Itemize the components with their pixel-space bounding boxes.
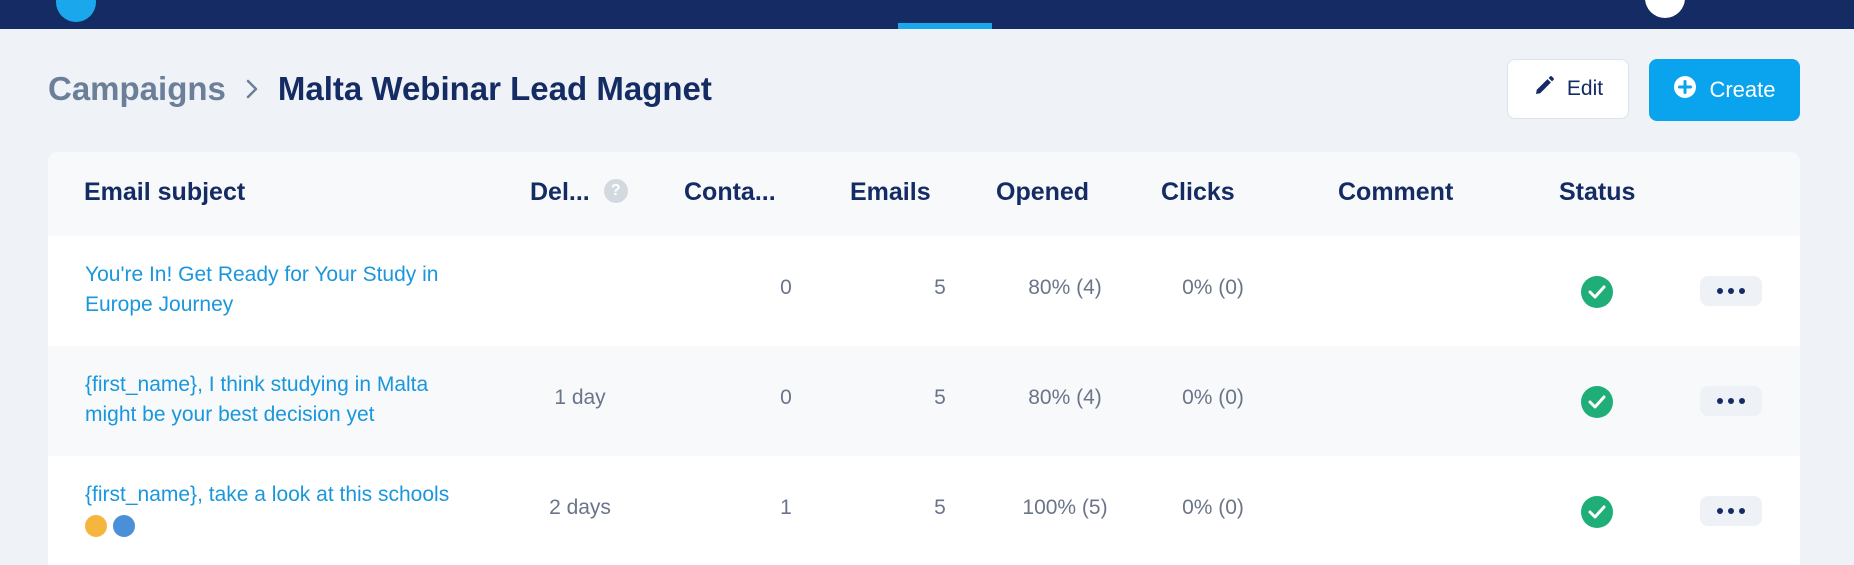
email-subject-line: {first_name}, take a look at this school…: [85, 483, 450, 506]
page-header: Campaigns Malta Webinar Lead Magnet Edit…: [48, 58, 1800, 122]
email-sequence-table: Email subject Del...? Conta... Emails Op…: [48, 152, 1800, 565]
delay-cell: 1 day: [554, 386, 606, 409]
email-subject-line: You're In! Get Ready for Your Study in: [85, 263, 439, 286]
opened-cell: 80% (4): [1028, 386, 1102, 409]
avatar[interactable]: [1645, 0, 1685, 18]
table-row[interactable]: {first_name}, I think studying in Malta …: [48, 346, 1800, 456]
email-subject-line: Europe Journey: [85, 293, 234, 316]
contacts-cell: 0: [780, 386, 792, 409]
contacts-cell: 1: [780, 496, 792, 519]
emails-cell: 5: [934, 496, 946, 519]
emails-cell: 5: [934, 386, 946, 409]
email-subject-line: {first_name}, I think studying in Malta: [85, 373, 429, 396]
more-options-button[interactable]: [1700, 496, 1762, 526]
email-subject-link[interactable]: {first_name}, take a look at this school…: [85, 480, 485, 540]
opened-cell: 80% (4): [1028, 276, 1102, 299]
clicks-cell: 0% (0): [1182, 386, 1244, 409]
page-title: Malta Webinar Lead Magnet: [277, 70, 712, 107]
check-circle-icon: [1581, 496, 1613, 528]
check-circle-icon: [1581, 386, 1613, 418]
more-options-icon: [1739, 288, 1745, 294]
more-options-icon: [1728, 508, 1734, 514]
email-subject-line: might be your best decision yet: [85, 403, 375, 426]
table-row[interactable]: You're In! Get Ready for Your Study in E…: [48, 236, 1800, 346]
more-options-icon: [1717, 508, 1723, 514]
question-mark-icon[interactable]: ?: [603, 179, 628, 204]
edit-button[interactable]: Edit: [1507, 59, 1629, 119]
clicks-cell: 0% (0): [1182, 276, 1244, 299]
column-header-comment[interactable]: Comment: [1338, 178, 1453, 207]
column-header-opened[interactable]: Opened: [996, 178, 1089, 207]
chevron-right-icon: [226, 78, 278, 100]
delay-cell: 2 days: [549, 496, 611, 519]
column-header-delay[interactable]: Del...?: [530, 178, 628, 207]
breadcrumb: Campaigns Malta Webinar Lead Magnet: [48, 70, 712, 108]
emails-cell: 5: [934, 276, 946, 299]
email-subject-link[interactable]: {first_name}, I think studying in Malta …: [85, 370, 485, 430]
more-options-button[interactable]: [1700, 386, 1762, 416]
more-options-icon: [1739, 508, 1745, 514]
more-options-icon: [1717, 398, 1723, 404]
edit-button-label: Edit: [1566, 77, 1604, 100]
more-options-button[interactable]: [1700, 276, 1762, 306]
logo-icon[interactable]: [56, 0, 96, 22]
create-button-label: Create: [1709, 77, 1776, 102]
more-options-icon: [1717, 288, 1723, 294]
top-navigation-bar: [0, 0, 1854, 29]
pencil-icon: [1533, 75, 1555, 103]
check-circle-icon: [1581, 276, 1613, 308]
column-header-email-subject[interactable]: Email subject: [84, 178, 245, 207]
email-subject-link[interactable]: You're In! Get Ready for Your Study in E…: [85, 260, 485, 320]
more-options-icon: [1728, 288, 1734, 294]
clicks-cell: 0% (0): [1182, 496, 1244, 519]
star-struck-face-icon: [85, 515, 107, 538]
more-options-icon: [1728, 398, 1734, 404]
plus-circle-icon: [1673, 75, 1697, 105]
column-header-status[interactable]: Status: [1559, 178, 1635, 207]
breadcrumb-campaigns-link[interactable]: Campaigns: [48, 70, 226, 108]
table-header: Email subject Del...? Conta... Emails Op…: [48, 152, 1800, 236]
create-button[interactable]: Create: [1649, 59, 1800, 121]
opened-cell: 100% (5): [1022, 496, 1108, 519]
email-subject-emoji-line: [85, 510, 485, 540]
column-header-contacts[interactable]: Conta...: [684, 178, 776, 207]
table-row[interactable]: {first_name}, take a look at this school…: [48, 456, 1800, 565]
column-header-clicks[interactable]: Clicks: [1161, 178, 1235, 207]
column-header-delay-label: Del...: [530, 178, 590, 206]
person-raising-hand-icon: [113, 515, 135, 538]
column-header-emails[interactable]: Emails: [850, 178, 931, 207]
more-options-icon: [1739, 398, 1745, 404]
contacts-cell: 0: [780, 276, 792, 299]
active-tab-indicator: [898, 23, 992, 29]
